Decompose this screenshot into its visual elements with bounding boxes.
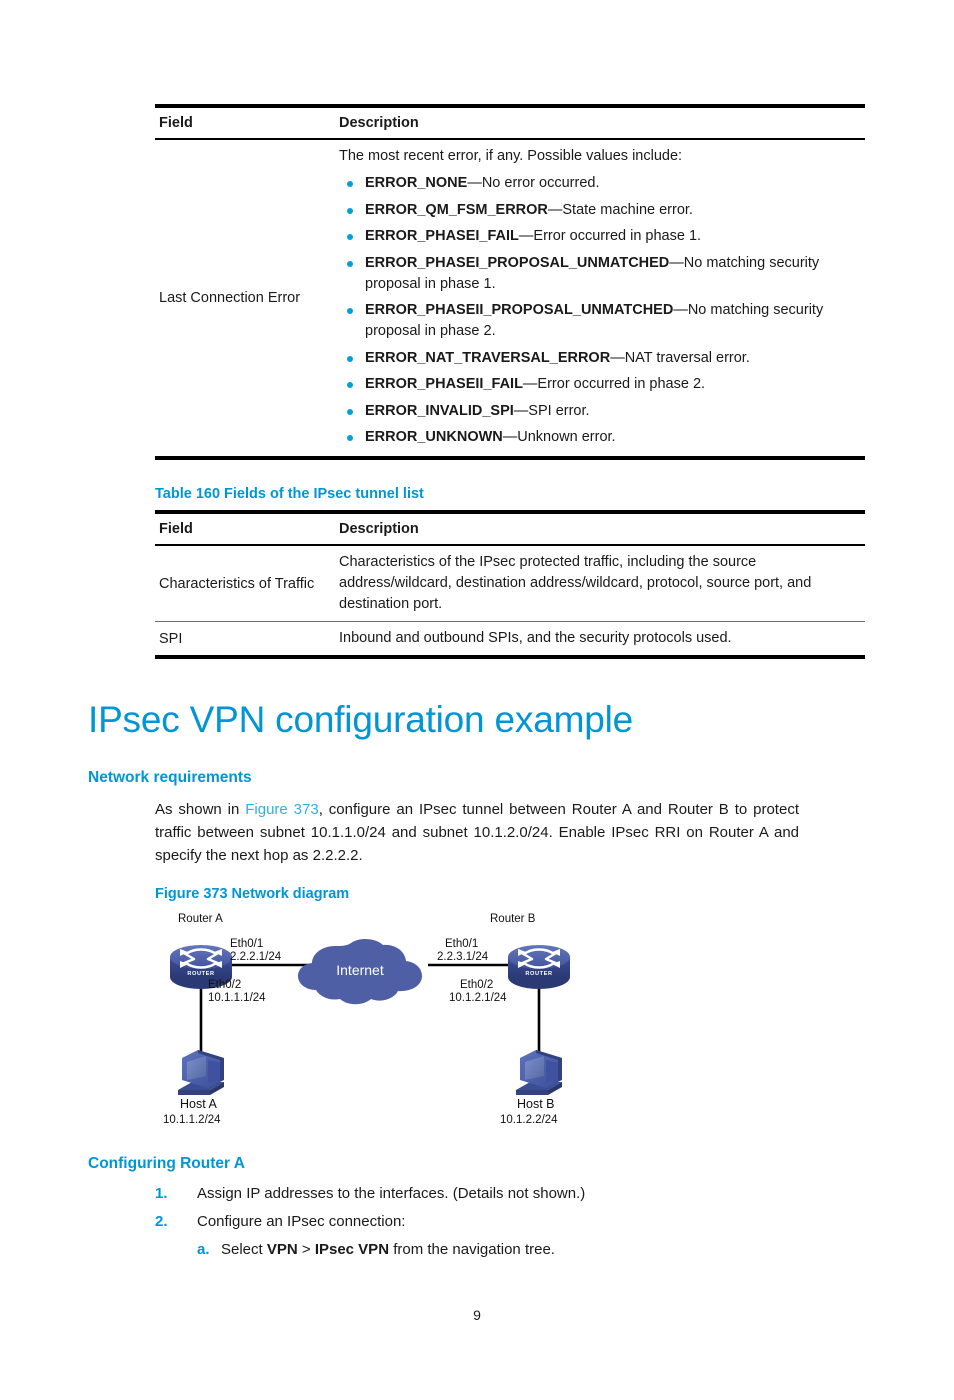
error-code: ERROR_QM_FSM_ERROR: [365, 201, 548, 218]
router-b-icon: ROUTER: [508, 944, 570, 989]
substep-number: a.: [197, 1240, 210, 1258]
configuration-steps: 1. Assign IP addresses to the interfaces…: [155, 1185, 954, 1258]
column-header-field: Field: [159, 521, 193, 538]
table-header: Field Description: [155, 106, 865, 139]
error-desc: —Error occurred in phase 1.: [518, 228, 702, 245]
list-item: ERROR_NONE—No error occurred.: [339, 173, 861, 194]
router-b-eth02-ip: 10.1.2.1/24: [449, 992, 507, 1004]
host-b-label: Host B: [517, 1097, 555, 1111]
host-b-icon: [516, 1049, 562, 1095]
table-header: Field Description: [155, 512, 865, 546]
table-row: SPI Inbound and outbound SPIs, and the s…: [155, 622, 865, 658]
substep-suffix: from the navigation tree.: [389, 1240, 555, 1258]
network-diagram: ROUTER ROUTER Internet Router A Router B…: [160, 910, 580, 1125]
list-item: ERROR_PHASEII_FAIL—Error occurred in pha…: [339, 374, 861, 395]
error-desc: —State machine error.: [547, 201, 693, 218]
router-glyph-label: ROUTER: [525, 971, 552, 977]
para-text-before-xref: As shown in: [155, 801, 246, 819]
step-text: Configure an IPsec connection:: [197, 1212, 406, 1230]
router-b-eth01-interface: Eth0/1: [445, 938, 478, 950]
substep-text: Select VPN > IPsec VPN from the navigati…: [221, 1241, 555, 1258]
cell-field-name: SPI: [159, 630, 183, 647]
router-a-eth01-ip: 2.2.2.1/24: [230, 951, 282, 963]
figure-cross-reference-link[interactable]: Figure 373: [245, 801, 318, 818]
host-a-icon: [178, 1049, 224, 1095]
error-desc: —No error occurred.: [467, 175, 600, 192]
host-a-label: Host A: [180, 1097, 217, 1111]
error-desc: —SPI error.: [513, 402, 590, 419]
error-code: ERROR_UNKNOWN: [365, 429, 503, 446]
section-heading-configuring-router-a: Configuring Router A: [88, 1154, 245, 1172]
menu-path-ipsec-vpn: IPsec VPN: [314, 1240, 390, 1258]
router-b-eth01-ip: 2.2.3.1/24: [437, 951, 489, 963]
step-text: Assign IP addresses to the interfaces. (…: [197, 1184, 586, 1202]
internet-cloud-icon: Internet: [298, 938, 422, 1004]
router-a-eth02-ip: 10.1.1.1/24: [208, 992, 266, 1004]
ipsec-tunnel-list-table: Field Description Characteristics of Tra…: [155, 510, 865, 659]
error-desc: —NAT traversal error.: [610, 349, 750, 366]
list-item: a. Select VPN > IPsec VPN from the navig…: [197, 1241, 954, 1258]
error-code: ERROR_PHASEII_PROPOSAL_UNMATCHED: [365, 302, 674, 319]
fields-table-continued: Field Description Last Connection Error …: [155, 104, 865, 460]
menu-path-separator: >: [297, 1240, 315, 1258]
list-item: ERROR_NAT_TRAVERSAL_ERROR—NAT traversal …: [339, 348, 861, 369]
column-header-description: Description: [339, 521, 419, 538]
page-number: 9: [473, 1307, 481, 1323]
cell-field-description: Characteristics of the IPsec protected t…: [339, 554, 812, 613]
error-code: ERROR_PHASEI_FAIL: [365, 228, 519, 245]
substep-prefix: Select: [221, 1240, 267, 1258]
router-b-eth02-interface: Eth0/2: [460, 979, 493, 991]
internet-cloud-label: Internet: [336, 962, 384, 978]
menu-path-vpn: VPN: [266, 1240, 298, 1258]
column-header-field: Field: [159, 115, 193, 131]
error-code: ERROR_NAT_TRAVERSAL_ERROR: [365, 349, 611, 366]
table-row: Last Connection Error The most recent er…: [155, 139, 865, 459]
description-intro: The most recent error, if any. Possible …: [339, 148, 683, 164]
error-desc: —Unknown error.: [502, 429, 616, 446]
list-item: ERROR_UNKNOWN—Unknown error.: [339, 427, 861, 448]
router-a-eth02-interface: Eth0/2: [208, 979, 241, 991]
list-item: ERROR_PHASEI_PROPOSAL_UNMATCHED—No match…: [339, 253, 861, 295]
page-title: IPsec VPN configuration example: [88, 699, 633, 741]
list-item: 2. Configure an IPsec connection:: [155, 1213, 954, 1230]
router-a-label: Router A: [178, 913, 223, 925]
error-value-list: ERROR_NONE—No error occurred. ERROR_QM_F…: [339, 173, 861, 448]
document-page: Field Description Last Connection Error …: [0, 104, 954, 1400]
step-number: 2.: [155, 1212, 168, 1230]
list-item: ERROR_PHASEI_FAIL—Error occurred in phas…: [339, 226, 861, 247]
router-a-eth01-interface: Eth0/1: [230, 938, 263, 950]
error-code: ERROR_PHASEI_PROPOSAL_UNMATCHED: [365, 254, 670, 271]
network-requirements-paragraph: As shown in Figure 373, configure an IPs…: [155, 799, 799, 867]
section-heading-network-requirements: Network requirements: [88, 769, 252, 787]
table-caption: Table 160 Fields of the IPsec tunnel lis…: [155, 486, 424, 503]
column-header-description: Description: [339, 115, 419, 131]
error-code: ERROR_NONE: [365, 175, 468, 192]
error-code: ERROR_PHASEII_FAIL: [365, 376, 523, 393]
list-item: ERROR_QM_FSM_ERROR—State machine error.: [339, 200, 861, 221]
figure-caption: Figure 373 Network diagram: [155, 885, 350, 902]
error-code: ERROR_INVALID_SPI: [365, 402, 514, 419]
list-item: ERROR_INVALID_SPI—SPI error.: [339, 401, 861, 422]
cell-field-name: Last Connection Error: [159, 290, 301, 307]
cell-field-description: The most recent error, if any. Possible …: [335, 139, 865, 458]
step-number: 1.: [155, 1184, 168, 1202]
table-row: Characteristics of Traffic Characteristi…: [155, 545, 865, 622]
cell-field-description: Inbound and outbound SPIs, and the secur…: [339, 630, 732, 647]
error-desc: —Error occurred in phase 2.: [522, 376, 706, 393]
list-item: ERROR_PHASEII_PROPOSAL_UNMATCHED—No matc…: [339, 300, 861, 342]
host-a-ip: 10.1.1.2/24: [163, 1114, 221, 1125]
host-b-ip: 10.1.2.2/24: [500, 1114, 558, 1125]
router-b-label: Router B: [490, 913, 536, 925]
list-item: 1. Assign IP addresses to the interfaces…: [155, 1185, 954, 1202]
router-glyph-label: ROUTER: [187, 971, 214, 977]
cell-field-name: Characteristics of Traffic: [159, 575, 315, 592]
